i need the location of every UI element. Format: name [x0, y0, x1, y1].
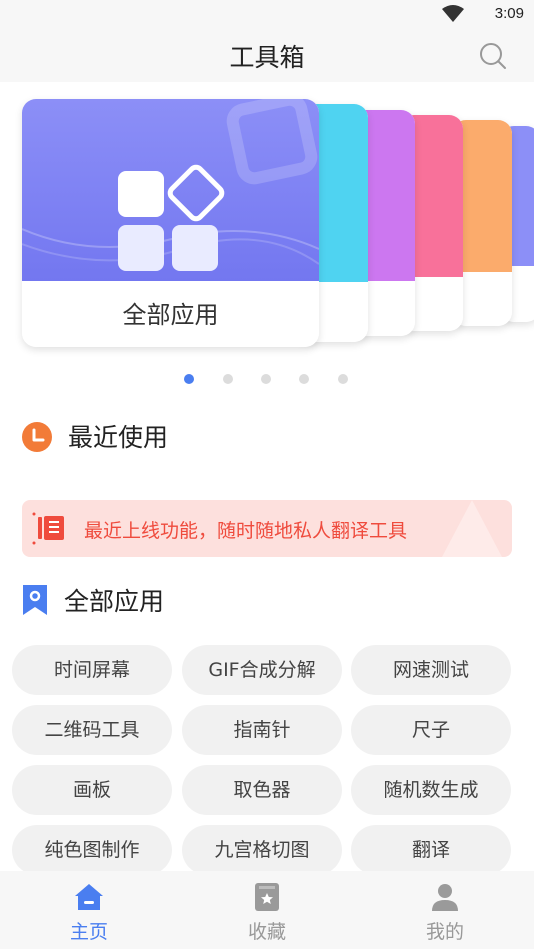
app-chip[interactable]: 随机数生成: [351, 765, 511, 815]
nav-item-profile[interactable]: 我的: [385, 871, 505, 949]
search-icon[interactable]: [478, 41, 508, 71]
pagination-dot[interactable]: [338, 374, 348, 384]
nav-label: 我的: [425, 921, 464, 943]
card-label: 全部应用: [122, 301, 219, 329]
status-time: 3:09: [494, 5, 524, 22]
app-chip[interactable]: GIF合成分解: [182, 645, 342, 695]
user-icon: [432, 884, 458, 911]
app-header: 工具箱: [0, 30, 534, 82]
nav-item-favorites[interactable]: 收藏: [207, 871, 327, 949]
nav-label: 收藏: [247, 921, 286, 943]
app-chip[interactable]: 二维码工具: [12, 705, 172, 755]
app-chip[interactable]: 时间屏幕: [12, 645, 172, 695]
all-apps-title: 全部应用: [64, 587, 165, 616]
bookmark-icon: [23, 585, 47, 615]
home-icon: [75, 884, 103, 910]
bottom-nav: 主页 收藏 我的: [0, 871, 534, 949]
card-banner: [22, 99, 319, 281]
all-apps-section-header: 全部应用: [22, 582, 422, 618]
app-chip[interactable]: 纯色图制作: [12, 825, 172, 875]
bookmark-box-icon: [255, 883, 279, 911]
app-chip[interactable]: 指南针: [182, 705, 342, 755]
pagination-dot[interactable]: [261, 374, 271, 384]
app-chip[interactable]: 翻译: [351, 825, 511, 875]
pagination-dot[interactable]: [299, 374, 309, 384]
nav-item-home[interactable]: 主页: [29, 871, 149, 949]
apps-grid-icon: [22, 99, 319, 271]
app-chip[interactable]: 取色器: [182, 765, 342, 815]
translate-book-icon: [32, 512, 64, 545]
pagination-dot[interactable]: [184, 374, 194, 384]
recent-section-header: 最近使用: [22, 418, 422, 454]
wifi-icon: [442, 5, 464, 22]
app-chip[interactable]: 九宫格切图: [182, 825, 342, 875]
app-chip[interactable]: 尺子: [351, 705, 511, 755]
banner-text: 最近上线功能，随时随地私人翻译工具: [84, 520, 408, 542]
app-chip[interactable]: 网速测试: [351, 645, 511, 695]
pagination-dot[interactable]: [223, 374, 233, 384]
app-chip[interactable]: 画板: [12, 765, 172, 815]
carousel-pagination: [0, 370, 534, 386]
recent-title: 最近使用: [68, 423, 169, 452]
app-carousel[interactable]: 全部应用: [0, 82, 534, 382]
page-title: 工具箱: [229, 43, 305, 72]
nav-label: 主页: [69, 921, 108, 943]
banner-decoration: [442, 500, 502, 557]
clock-icon: [22, 422, 52, 452]
new-feature-banner[interactable]: 最近上线功能，随时随地私人翻译工具: [22, 500, 512, 557]
carousel-card-all-apps[interactable]: 全部应用: [22, 99, 319, 347]
status-bar: 3:09: [0, 0, 534, 30]
